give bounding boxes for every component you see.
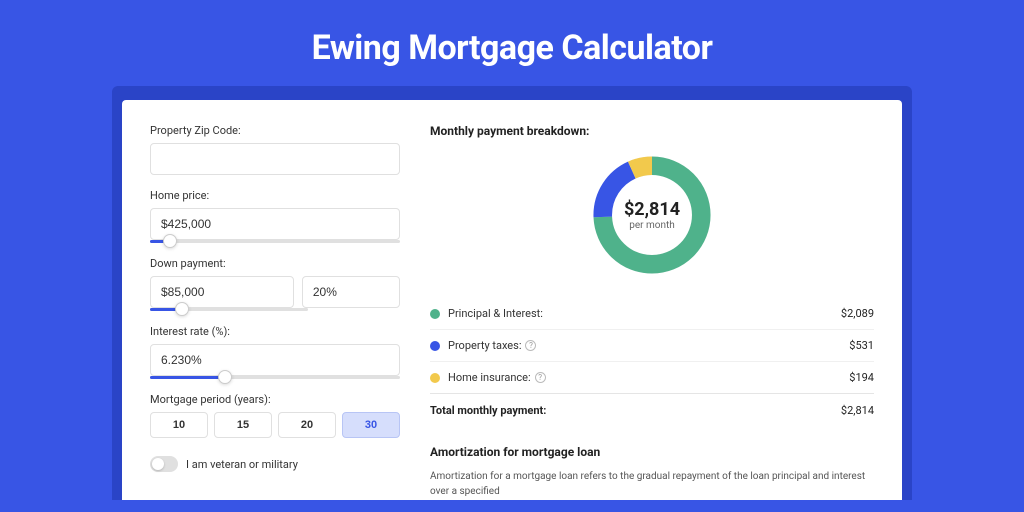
interest-slider-fill	[150, 376, 225, 379]
interest-field-group: Interest rate (%):	[150, 325, 400, 379]
legend-dot-icon	[430, 341, 440, 351]
zip-label: Property Zip Code:	[150, 124, 400, 137]
legend-item-name: Property taxes:?	[448, 339, 849, 352]
period-field-group: Mortgage period (years): 10152030	[150, 393, 400, 438]
down-payment-amount-input[interactable]	[150, 276, 294, 308]
period-btn-30[interactable]: 30	[342, 412, 400, 438]
down-payment-slider-thumb[interactable]	[175, 302, 189, 316]
donut-center: $2,814 per month	[624, 199, 680, 231]
home-price-field-group: Home price:	[150, 189, 400, 243]
breakdown-title: Monthly payment breakdown:	[430, 124, 874, 138]
legend-list: Principal & Interest:$2,089Property taxe…	[430, 298, 874, 394]
page-title: Ewing Mortgage Calculator	[0, 0, 1024, 86]
period-options: 10152030	[150, 412, 400, 438]
legend-dot-icon	[430, 373, 440, 383]
interest-slider-thumb[interactable]	[218, 370, 232, 384]
donut-chart-wrap: $2,814 per month	[430, 150, 874, 280]
veteran-toggle[interactable]	[150, 456, 178, 472]
veteran-toggle-row: I am veteran or military	[150, 456, 400, 472]
legend-item-value: $194	[849, 371, 874, 384]
interest-label: Interest rate (%):	[150, 325, 400, 338]
help-icon[interactable]: ?	[525, 340, 536, 351]
down-payment-field-group: Down payment:	[150, 257, 400, 311]
legend-row: Property taxes:?$531	[430, 330, 874, 362]
interest-slider[interactable]	[150, 376, 400, 379]
help-icon[interactable]: ?	[535, 372, 546, 383]
donut-center-label: per month	[624, 220, 680, 231]
down-payment-label: Down payment:	[150, 257, 400, 270]
amortization-text: Amortization for a mortgage loan refers …	[430, 469, 874, 499]
zip-field-group: Property Zip Code:	[150, 124, 400, 175]
period-btn-20[interactable]: 20	[278, 412, 336, 438]
interest-input[interactable]	[150, 344, 400, 376]
legend-dot-icon	[430, 309, 440, 319]
amortization-title: Amortization for mortgage loan	[430, 445, 874, 459]
down-payment-slider[interactable]	[150, 308, 308, 311]
period-btn-15[interactable]: 15	[214, 412, 272, 438]
zip-input[interactable]	[150, 143, 400, 175]
legend-total-value: $2,814	[841, 404, 874, 417]
legend-item-name: Principal & Interest:	[448, 307, 841, 320]
legend-item-value: $2,089	[841, 307, 874, 320]
calculator-card: Property Zip Code: Home price: Down paym…	[122, 100, 902, 500]
legend-item-value: $531	[849, 339, 874, 352]
legend-row: Home insurance:?$194	[430, 362, 874, 394]
legend-total-row: Total monthly payment: $2,814	[430, 394, 874, 427]
legend-total-label: Total monthly payment:	[430, 404, 841, 417]
veteran-label: I am veteran or military	[186, 458, 298, 471]
legend-row: Principal & Interest:$2,089	[430, 298, 874, 330]
form-column: Property Zip Code: Home price: Down paym…	[150, 124, 400, 500]
down-payment-pct-input[interactable]	[302, 276, 400, 308]
legend-item-name: Home insurance:?	[448, 371, 849, 384]
home-price-input[interactable]	[150, 208, 400, 240]
breakdown-column: Monthly payment breakdown: $2,814 per mo…	[430, 124, 874, 500]
donut-center-value: $2,814	[624, 199, 680, 220]
card-backdrop: Property Zip Code: Home price: Down paym…	[112, 86, 912, 500]
donut-chart: $2,814 per month	[587, 150, 717, 280]
veteran-toggle-knob	[152, 458, 164, 470]
period-btn-10[interactable]: 10	[150, 412, 208, 438]
period-label: Mortgage period (years):	[150, 393, 400, 406]
home-price-slider[interactable]	[150, 240, 400, 243]
home-price-slider-thumb[interactable]	[163, 234, 177, 248]
home-price-label: Home price:	[150, 189, 400, 202]
amortization-section: Amortization for mortgage loan Amortizat…	[430, 445, 874, 499]
